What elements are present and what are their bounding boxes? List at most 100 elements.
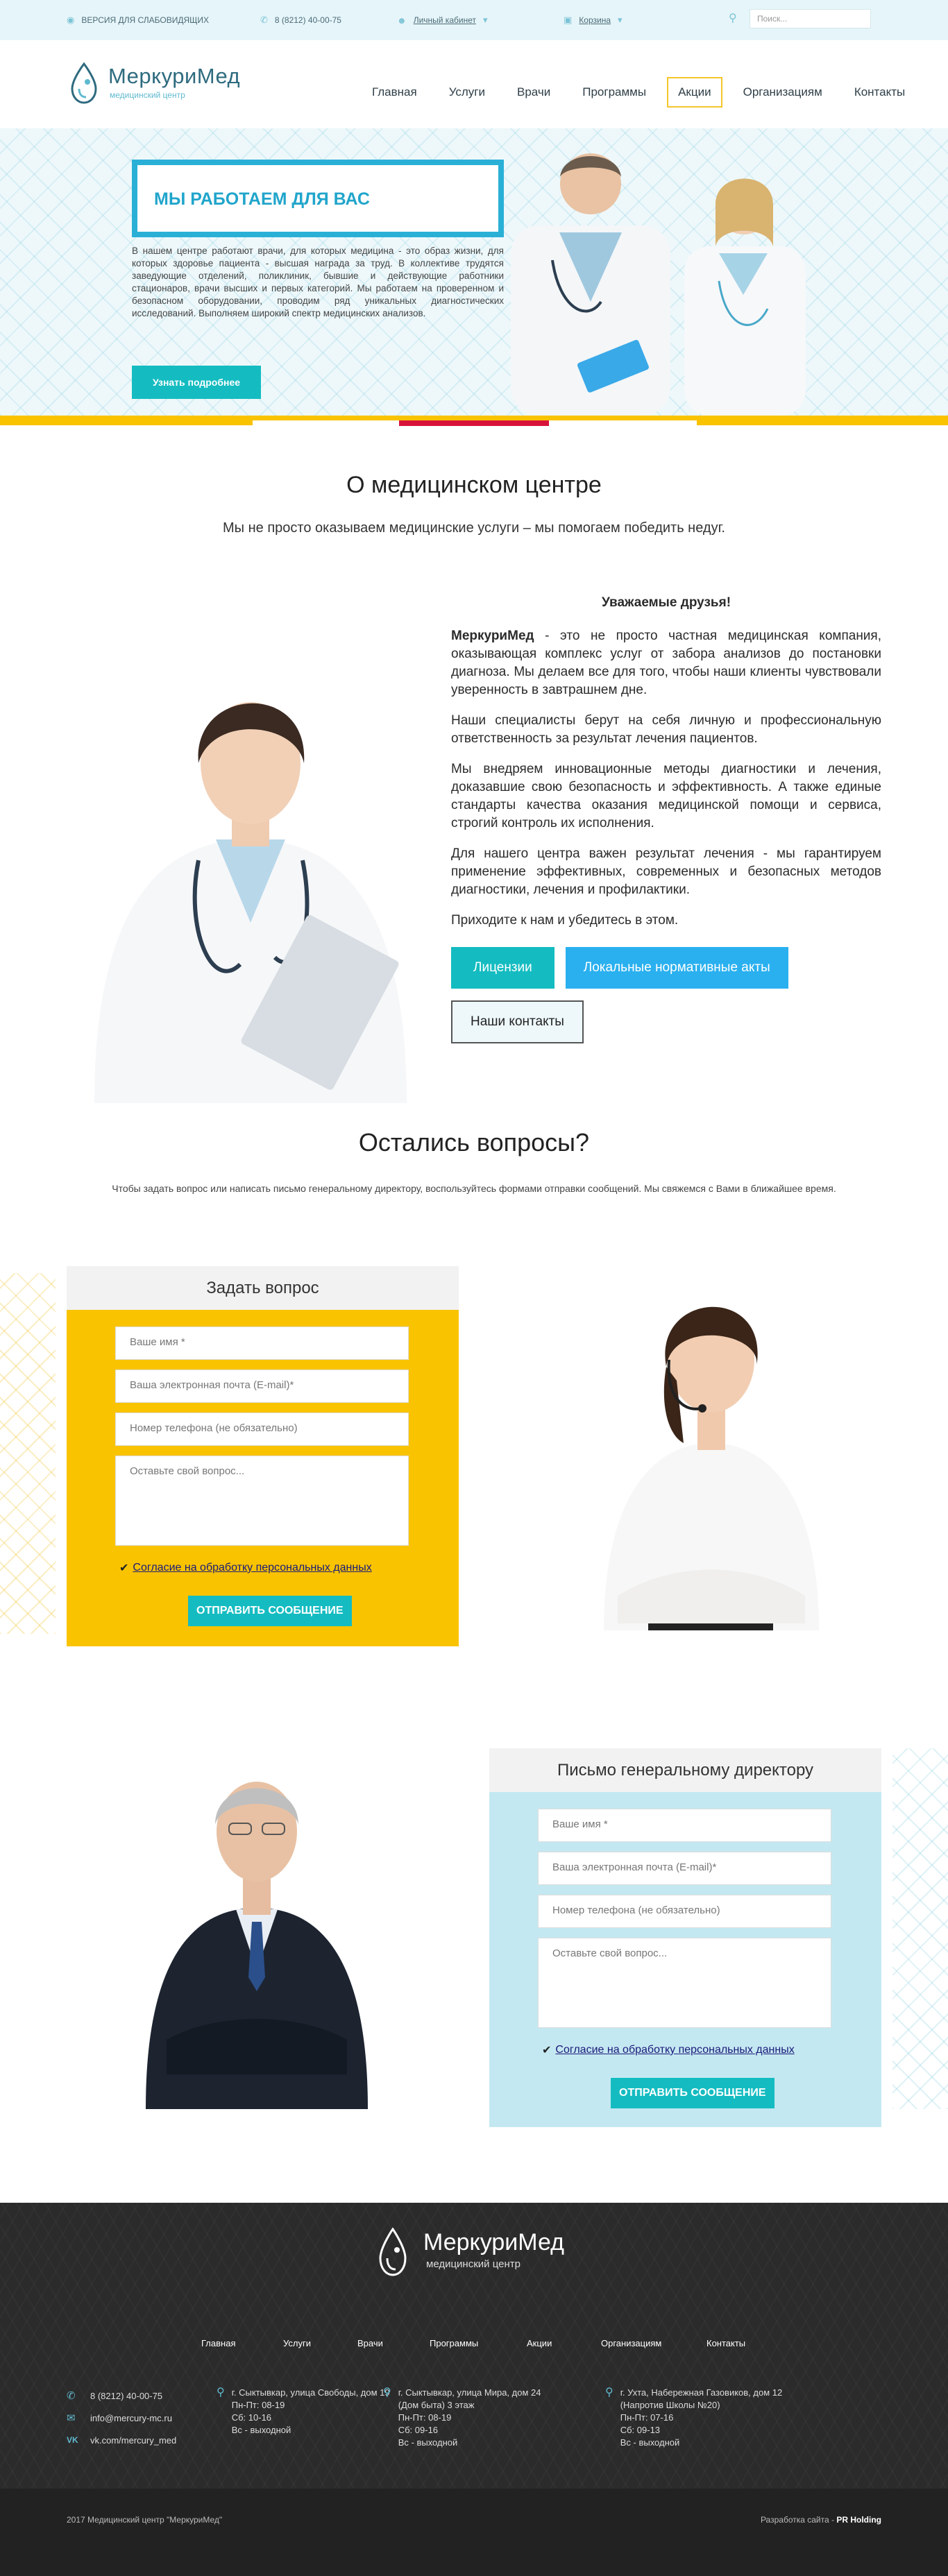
search-icon[interactable]: ⚲	[729, 11, 737, 25]
footer-bottom: 2017 Медицинский центр "МеркуриМед" Разр…	[0, 2489, 948, 2576]
message-field[interactable]: Оставьте свой вопрос...	[115, 1456, 409, 1546]
director-photo	[146, 1782, 368, 2109]
hero-text: В нашем центре работают врачи, для котор…	[132, 246, 504, 318]
decorative-pattern	[892, 1748, 948, 2109]
name-field[interactable]: Ваше имя *	[538, 1809, 831, 1842]
consent-link[interactable]: Согласие на обработку персональных данны…	[555, 2044, 794, 2056]
chevron-down-icon: ▾	[482, 15, 488, 25]
developer-credit[interactable]: Разработка сайта - PR Holding	[761, 2515, 881, 2525]
operator-photo	[604, 1306, 819, 1630]
footer-nav-contacts[interactable]: Контакты	[706, 2338, 745, 2348]
nav-item-programs[interactable]: Программы	[571, 77, 657, 108]
footer: МеркуриМед медицинский центр Главная Усл…	[0, 2203, 948, 2576]
map-pin-icon: ⚲	[605, 2387, 613, 2398]
doctors-photo	[511, 153, 806, 416]
about-paragraph-3: Мы внедряем инновационные методы диагнос…	[451, 762, 881, 830]
footer-nav: Главная Услуги Врачи Программы Акции Орг…	[201, 2338, 745, 2348]
footer-phone[interactable]: ✆ 8 (8212) 40-00-75	[67, 2385, 176, 2407]
accessibility-link[interactable]: ◉ ВЕРСИЯ ДЛЯ СЛАБОВИДЯЩИХ	[67, 15, 209, 26]
consent-checkbox[interactable]: ✔ Согласие на обработку персональных дан…	[119, 1561, 372, 1575]
footer-vk[interactable]: VK vk.com/mercury_med	[67, 2429, 176, 2451]
about-greeting: Уважаемые друзья!	[601, 595, 731, 610]
brand-name: МеркуриМед	[451, 629, 534, 643]
footer-nav-promotions[interactable]: Акции	[527, 2338, 601, 2348]
topbar-phone[interactable]: ✆ 8 (8212) 40-00-75	[260, 15, 341, 26]
about-subtitle: Мы не просто оказываем медицинские услуг…	[223, 520, 725, 536]
glasses-icon: ◉	[67, 15, 75, 25]
footer-nav-organizations[interactable]: Организациям	[601, 2338, 706, 2348]
copyright: 2017 Медицинский центр "МеркуриМед"	[67, 2515, 223, 2525]
cart-dropdown[interactable]: ▣ Корзина ▾	[564, 15, 623, 26]
topbar: ◉ ВЕРСИЯ ДЛЯ СЛАБОВИДЯЩИХ ✆ 8 (8212) 40-…	[0, 0, 948, 40]
question-form-title: Задать вопрос	[67, 1266, 459, 1310]
map-pin-icon: ⚲	[217, 2387, 225, 2398]
about-paragraph-2: Наши специалисты берут на себя личную и …	[451, 713, 881, 746]
checkmark-icon: ✔	[542, 2045, 552, 2056]
questions-subtitle: Чтобы задать вопрос или написать письмо …	[112, 1183, 836, 1194]
footer-nav-home[interactable]: Главная	[201, 2338, 283, 2348]
director-form-body: Ваше имя * Ваша электронная почта (E-mai…	[489, 1792, 881, 2127]
learn-more-button[interactable]: Узнать подробнее	[132, 366, 261, 399]
phone-field[interactable]: Номер телефона (не обязательно)	[115, 1413, 409, 1446]
user-icon: ☻	[397, 15, 407, 26]
message-field[interactable]: Оставьте свой вопрос...	[538, 1938, 831, 2028]
submit-director-button[interactable]: ОТПРАВИТЬ СООБЩЕНИЕ	[611, 2078, 775, 2108]
local-acts-button[interactable]: Локальные нормативные акты	[565, 947, 788, 989]
header: МеркуриМед медицинский центр Главная Усл…	[0, 40, 948, 128]
footer-email[interactable]: ✉ info@mercury-mc.ru	[67, 2407, 176, 2429]
phone-icon: ✆	[260, 15, 268, 25]
footer-address-3: ⚲ г. Ухта, Набережная Газовиков, дом 12 …	[605, 2387, 783, 2448]
doctor-woman-photo	[94, 702, 407, 1103]
email-field[interactable]: Ваша электронная почта (E-mail)*	[538, 1852, 831, 1885]
question-form-body: Ваше имя * Ваша электронная почта (E-mai…	[67, 1310, 459, 1646]
logo-name[interactable]: МеркуриМед	[108, 64, 240, 89]
consent-checkbox[interactable]: ✔ Согласие на обработку персональных дан…	[542, 2043, 795, 2057]
nav-item-services[interactable]: Услуги	[438, 77, 496, 108]
checkmark-icon: ✔	[119, 1562, 129, 1574]
email-field[interactable]: Ваша электронная почта (E-mail)*	[115, 1370, 409, 1403]
mail-icon: ✉	[67, 2412, 76, 2424]
chevron-down-icon: ▾	[618, 15, 623, 25]
search-input[interactable]: Поиск...	[750, 9, 871, 28]
footer-nav-doctors[interactable]: Врачи	[357, 2338, 430, 2348]
promo-bar-highlight	[399, 420, 549, 426]
footer-address-2: ⚲ г. Сыктывкар, улица Мира, дом 24 (Дом …	[383, 2387, 541, 2448]
our-contacts-button[interactable]: Наши контакты	[451, 1000, 584, 1043]
licenses-button[interactable]: Лицензии	[451, 947, 555, 989]
decorative-pattern	[0, 1273, 56, 1634]
consent-link[interactable]: Согласие на обработку персональных данны…	[133, 1562, 371, 1574]
nav-item-home[interactable]: Главная	[361, 77, 428, 108]
logo-icon[interactable]	[67, 61, 101, 107]
about-text: Уважаемые друзья! МеркуриМед - это не пр…	[451, 594, 881, 942]
about-paragraph-4: Для нашего центра важен результат лечени…	[451, 846, 881, 897]
director-form: Письмо генеральному директору Ваше имя *…	[489, 1748, 881, 2127]
map-pin-icon: ⚲	[383, 2387, 391, 2398]
cabinet-dropdown[interactable]: ☻ Личный кабинет ▾	[397, 15, 488, 26]
submit-question-button[interactable]: ОТПРАВИТЬ СООБЩЕНИЕ	[188, 1596, 352, 1626]
footer-nav-services[interactable]: Услуги	[283, 2338, 357, 2348]
phone-icon: ✆	[67, 2390, 76, 2402]
nav-item-organizations[interactable]: Организациям	[732, 77, 833, 108]
hero-title-box: МЫ РАБОТАЕМ ДЛЯ ВАС	[132, 160, 504, 237]
about-paragraph-1: МеркуриМед - это не просто частная медиц…	[451, 629, 881, 697]
name-field[interactable]: Ваше имя *	[115, 1327, 409, 1360]
questions-title: Остались вопросы?	[358, 1128, 590, 1157]
footer-address-1: ⚲ г. Сыктывкар, улица Свободы, дом 19 Пн…	[217, 2387, 390, 2435]
director-form-title: Письмо генеральному директору	[489, 1748, 881, 1792]
nav-item-promotions[interactable]: Акции	[667, 77, 722, 108]
vk-icon: VK	[67, 2435, 78, 2445]
footer-nav-programs[interactable]: Программы	[430, 2338, 527, 2348]
footer-logo-name[interactable]: МеркуриМед	[423, 2229, 564, 2256]
logo-subtitle: медицинский центр	[110, 90, 185, 100]
footer-logo-subtitle: медицинский центр	[426, 2258, 520, 2270]
footer-logo-icon[interactable]	[375, 2225, 411, 2280]
nav-item-doctors[interactable]: Врачи	[506, 77, 561, 108]
main-nav: Главная Услуги Врачи Программы Акции Орг…	[361, 77, 926, 108]
hero-banner: МЫ РАБОТАЕМ ДЛЯ ВАС В нашем центре работ…	[0, 128, 948, 416]
about-paragraph-5: Приходите к нам и убедитесь в этом.	[451, 913, 679, 928]
question-form: Задать вопрос Ваше имя * Ваша электронна…	[67, 1266, 459, 1646]
about-buttons: Лицензии Локальные нормативные акты	[451, 947, 788, 989]
nav-item-contacts[interactable]: Контакты	[843, 77, 916, 108]
phone-field[interactable]: Номер телефона (не обязательно)	[538, 1895, 831, 1928]
about-title: О медицинском центре	[346, 472, 602, 498]
